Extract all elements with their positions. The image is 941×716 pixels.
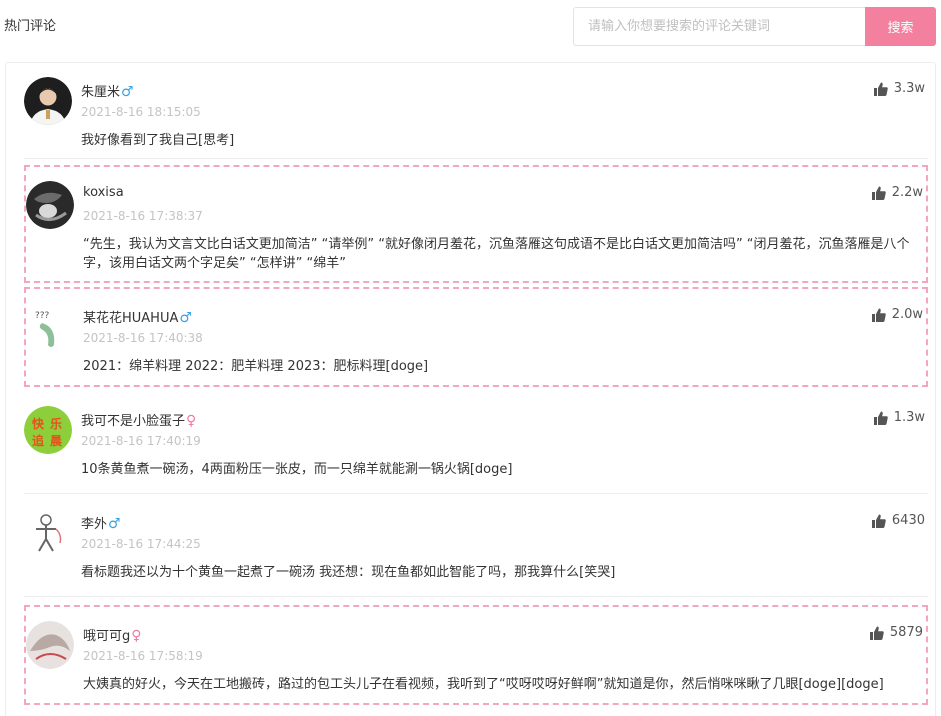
- username[interactable]: 哦可可g♀: [83, 625, 142, 644]
- like-button[interactable]: 5879: [869, 625, 923, 640]
- timestamp: 2021-8-16 17:38:37: [83, 209, 203, 223]
- username[interactable]: 朱厘米♂: [81, 81, 134, 100]
- timestamp: 2021-8-16 18:15:05: [81, 105, 201, 119]
- avatar-image: ???: [26, 303, 74, 351]
- username[interactable]: 某花花HUAHUA♂: [83, 307, 192, 326]
- like-button[interactable]: 6430: [871, 513, 925, 528]
- comment-item: koxisa 2021-8-16 17:38:37 “先生，我认为文言文比白话文…: [24, 165, 928, 283]
- comment-text: 看标题我还以为十个黄鱼一起煮了一碗汤 我还想：现在鱼都如此智能了吗，那我算什么[…: [81, 565, 616, 580]
- comment-item: 李外♂ 2021-8-16 17:44:25 看标题我还以为十个黄鱼一起煮了一碗…: [24, 495, 928, 597]
- like-count: 2.2w: [891, 185, 923, 200]
- thumbs-up-icon: [871, 186, 886, 200]
- section-title: 热门评论: [4, 19, 57, 34]
- thumbs-up-icon: [869, 626, 884, 640]
- comment-item: 朱厘米♂ 2021-8-16 18:15:05 我好像看到了我自己[思考] 3.…: [24, 63, 928, 159]
- avatar[interactable]: [26, 621, 74, 669]
- like-button[interactable]: 3.3w: [873, 81, 925, 96]
- gender-female-icon: ♀: [131, 628, 142, 644]
- gender-female-icon: ♀: [186, 413, 197, 429]
- avatar-image: [26, 181, 74, 229]
- like-count: 1.3w: [893, 410, 925, 425]
- comment-item: 快 乐 追 晨 我可不是小脸蛋子♀ 2021-8-16 17:40:19 10条…: [24, 392, 928, 494]
- avatar-char: 快: [32, 416, 45, 431]
- avatar[interactable]: [24, 509, 72, 557]
- avatar[interactable]: [24, 77, 72, 125]
- avatar[interactable]: ???: [26, 303, 74, 351]
- timestamp: 2021-8-16 17:40:19: [81, 434, 201, 448]
- thumbs-up-icon: [871, 514, 886, 528]
- gender-male-icon: ♂: [121, 84, 134, 100]
- avatar-image: [24, 77, 72, 125]
- gender-male-icon: ♂: [179, 310, 192, 326]
- comment-text: 10条黄鱼煮一碗汤，4两面粉压一张皮，而一只绵羊就能涮一锅火锅[doge]: [81, 462, 513, 477]
- username[interactable]: koxisa: [83, 185, 124, 200]
- comment-text: 大姨真的好火，今天在工地搬砖，路过的包工头儿子在看视频，我听到了“哎呀哎呀好鲜啊…: [83, 677, 884, 692]
- comment-list: 朱厘米♂ 2021-8-16 18:15:05 我好像看到了我自己[思考] 3.…: [5, 62, 936, 716]
- avatar-char: 晨: [50, 434, 63, 448]
- comment-item: ??? 某花花HUAHUA♂ 2021-8-16 17:40:38 2021：绵…: [24, 287, 928, 387]
- like-button[interactable]: 2.0w: [871, 307, 923, 322]
- search-button[interactable]: 搜索: [865, 7, 936, 46]
- like-count: 6430: [891, 513, 925, 528]
- like-count: 5879: [889, 625, 923, 640]
- avatar-image: [26, 621, 74, 669]
- timestamp: 2021-8-16 17:58:19: [83, 649, 203, 663]
- timestamp: 2021-8-16 17:40:38: [83, 331, 203, 345]
- avatar-image: [24, 509, 72, 557]
- timestamp: 2021-8-16 17:44:25: [81, 537, 201, 551]
- thumbs-up-icon: [873, 82, 888, 96]
- avatar-char: 追: [32, 433, 45, 448]
- like-button[interactable]: 2.2w: [871, 185, 923, 200]
- search-box: [573, 7, 865, 46]
- comment-text: 2021：绵羊料理 2022：肥羊料理 2023：肥标料理[doge]: [83, 359, 429, 374]
- avatar-char: 乐: [50, 416, 62, 431]
- comment-text: 我好像看到了我自己[思考]: [81, 133, 235, 148]
- like-button[interactable]: 1.3w: [873, 410, 925, 425]
- thumbs-up-icon: [871, 308, 886, 322]
- search-input[interactable]: [574, 8, 865, 45]
- comment-item: 哦可可g♀ 2021-8-16 17:58:19 大姨真的好火，今天在工地搬砖，…: [24, 605, 928, 705]
- avatar[interactable]: [26, 181, 74, 229]
- like-count: 2.0w: [891, 307, 923, 322]
- svg-text:???: ???: [35, 311, 50, 321]
- avatar[interactable]: 快 乐 追 晨: [24, 406, 72, 454]
- comment-text: “先生，我认为文言文比白话文更加简洁” “请举例” “就好像闭月羞花，沉鱼落雁这…: [83, 237, 910, 271]
- avatar-image: 快 乐 追 晨: [24, 406, 72, 454]
- username[interactable]: 我可不是小脸蛋子♀: [81, 410, 196, 429]
- comments-header: 热门评论 搜索: [0, 0, 941, 50]
- like-count: 3.3w: [893, 81, 925, 96]
- thumbs-up-icon: [873, 411, 888, 425]
- gender-male-icon: ♂: [108, 516, 121, 532]
- username[interactable]: 李外♂: [81, 513, 121, 532]
